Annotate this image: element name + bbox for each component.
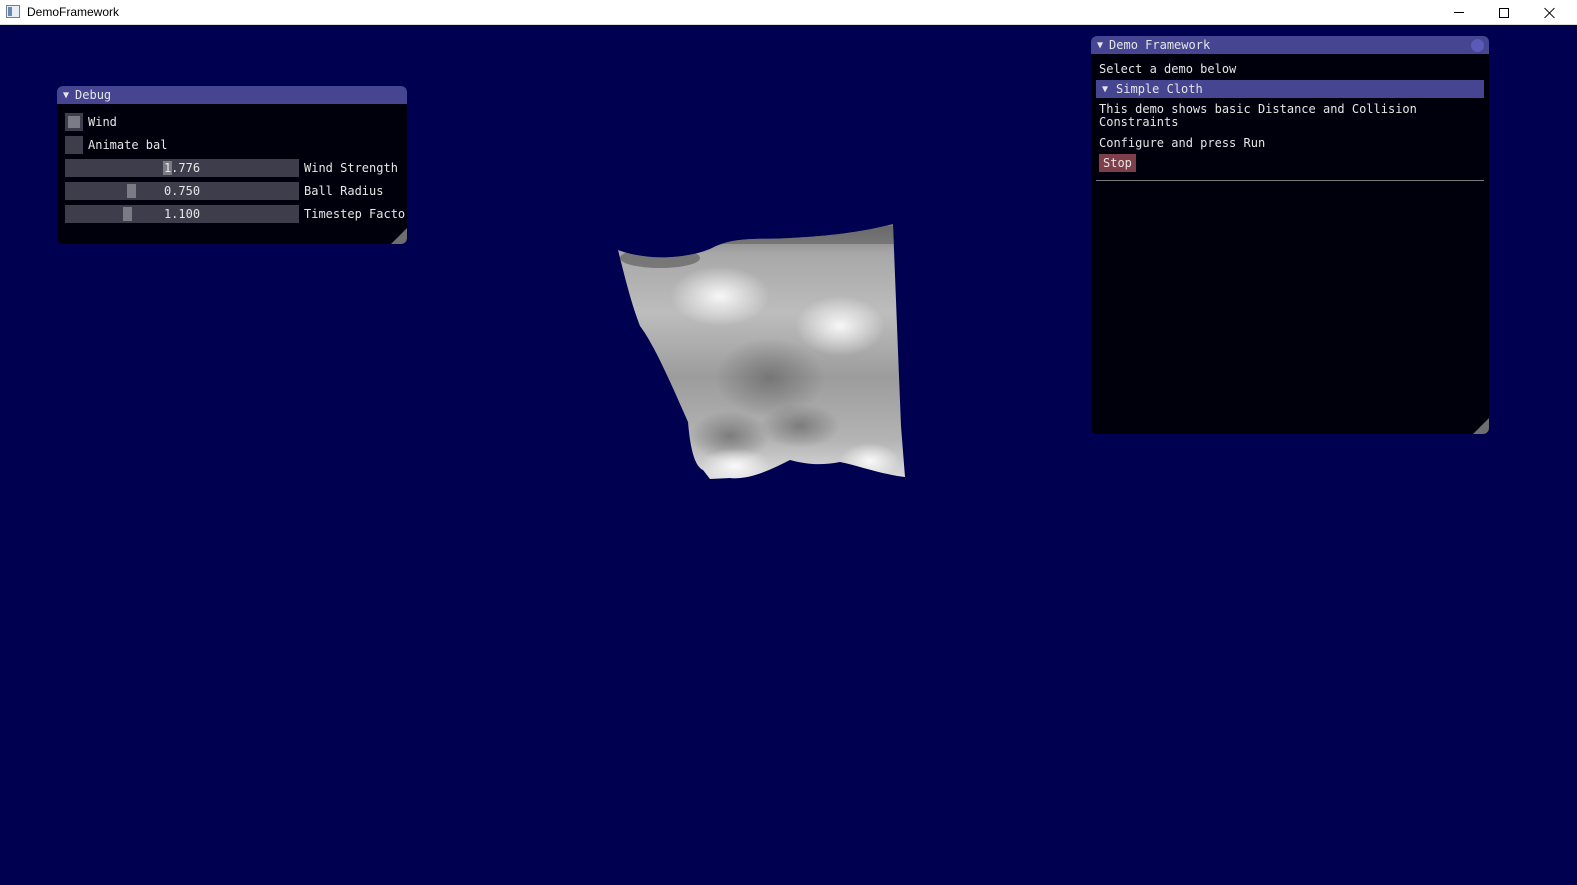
demo-description-line1: This demo shows basic Distance and Colli… <box>1099 102 1417 116</box>
simple-cloth-section-header[interactable]: ▼ Simple Cloth <box>1096 80 1484 98</box>
slider-grab-handle[interactable] <box>127 184 136 198</box>
simple-cloth-title: Simple Cloth <box>1116 82 1203 96</box>
collapse-arrow-icon[interactable]: ▼ <box>63 90 69 101</box>
window-title: DemoFramework <box>27 5 120 19</box>
wind-checkbox-row[interactable]: Wind <box>65 113 117 131</box>
animate-ball-checkbox[interactable] <box>65 136 83 154</box>
resize-grip-icon[interactable] <box>391 228 407 244</box>
resize-grip-icon[interactable] <box>1473 418 1489 434</box>
animate-ball-checkbox-label: Animate bal <box>88 138 168 152</box>
timestep-factor-row: 1.100 Timestep Factor <box>65 205 407 223</box>
minimize-icon <box>1454 12 1464 13</box>
demo-window-title: Demo Framework <box>1109 38 1211 52</box>
window-close-circle-icon[interactable] <box>1471 39 1484 52</box>
minimize-button[interactable] <box>1436 0 1482 25</box>
wind-checkbox[interactable] <box>65 113 83 131</box>
close-button[interactable] <box>1527 0 1573 25</box>
debug-window-header[interactable]: ▼ Debug <box>57 86 407 104</box>
close-icon <box>1544 7 1556 19</box>
debug-window[interactable]: ▼ Debug Wind Animate bal 1.776 Wind Stre… <box>57 86 407 244</box>
wind-strength-row: 1.776 Wind Strength <box>65 159 398 177</box>
demo-instruction-text: Configure and press Run <box>1099 136 1266 150</box>
maximize-icon <box>1499 7 1509 18</box>
ball-radius-value: 0.750 <box>163 184 201 198</box>
timestep-factor-label: Timestep Factor <box>304 207 407 221</box>
ball-radius-row: 0.750 Ball Radius <box>65 182 383 200</box>
demo-window-header[interactable]: ▼ Demo Framework <box>1091 36 1489 54</box>
wind-strength-value: 1.776 <box>163 161 201 175</box>
checkbox-mark-icon <box>68 116 80 128</box>
demo-description-line2: Constraints <box>1099 115 1179 129</box>
animate-ball-checkbox-row[interactable]: Animate bal <box>65 136 167 154</box>
app-icon <box>6 5 20 18</box>
wind-strength-slider[interactable]: 1.776 <box>65 159 299 177</box>
stop-button[interactable]: Stop <box>1099 154 1136 172</box>
timestep-factor-slider[interactable]: 1.100 <box>65 205 299 223</box>
wind-strength-label: Wind Strength <box>304 161 398 175</box>
demo-framework-window[interactable]: ▼ Demo Framework Select a demo below ▼ S… <box>1091 36 1489 434</box>
ball-radius-slider[interactable]: 0.750 <box>65 182 299 200</box>
demo-intro-text: Select a demo below <box>1099 62 1237 76</box>
collapse-arrow-icon[interactable]: ▼ <box>1097 40 1103 51</box>
slider-grab-handle[interactable] <box>123 207 132 221</box>
timestep-factor-value: 1.100 <box>163 207 201 221</box>
window-titlebar: DemoFramework <box>0 0 1577 25</box>
wind-checkbox-label: Wind <box>88 115 117 129</box>
debug-window-title: Debug <box>75 88 112 102</box>
separator <box>1096 180 1484 181</box>
collapse-arrow-icon[interactable]: ▼ <box>1102 84 1108 95</box>
maximize-button[interactable] <box>1481 0 1527 25</box>
ball-radius-label: Ball Radius <box>304 184 384 198</box>
